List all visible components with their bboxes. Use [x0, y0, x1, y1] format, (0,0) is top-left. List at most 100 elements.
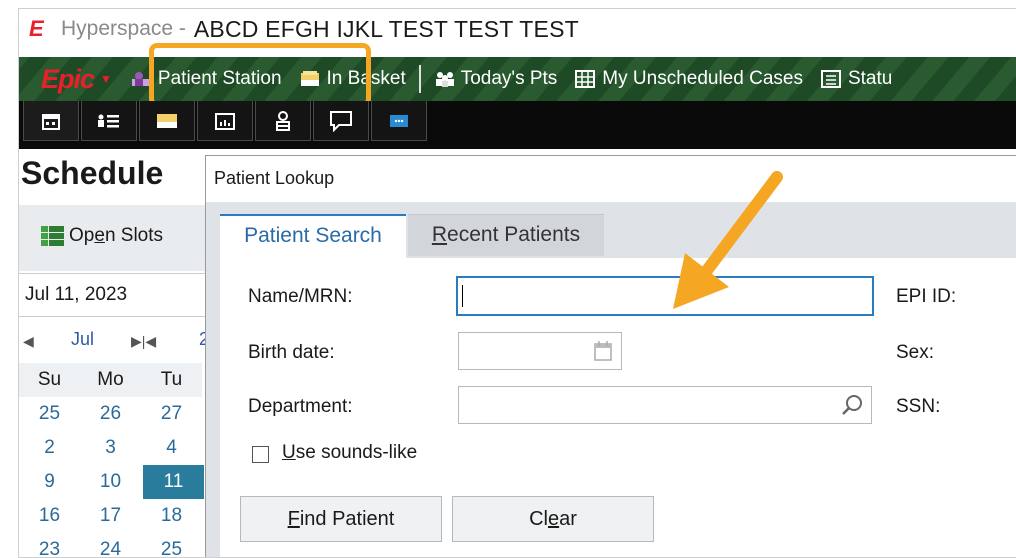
calendar-day-selected[interactable]: 11 [143, 465, 204, 499]
name-mrn-label: Name/MRN: [248, 286, 353, 307]
calendar-day[interactable]: 10 [80, 465, 141, 499]
department-text[interactable] [459, 387, 871, 423]
patient-search-panel: Name/MRN: EPI ID: Birth date: Sex: Depar… [220, 258, 1016, 557]
clear-button[interactable]: Clear [452, 496, 654, 542]
calendar-day[interactable]: 3 [80, 431, 141, 465]
chevron-down-icon: ▼ [100, 72, 112, 86]
use-sounds-like-checkbox[interactable] [252, 446, 269, 463]
clear-hotkey: e [547, 508, 560, 530]
epic-e-logo-icon: E [29, 16, 44, 41]
activity-icon-bar [19, 101, 1016, 149]
tab-patient-search[interactable]: Patient Search [220, 214, 406, 258]
my-unscheduled-cases-button[interactable]: My Unscheduled Cases [566, 57, 812, 101]
calendar-day[interactable]: 18 [141, 499, 202, 533]
calendar-week: 2 3 4 [19, 431, 209, 465]
open-slots-suffix: n Slots [104, 225, 164, 246]
month-navigator: ◀ Jul ▶|◀ 2 [23, 329, 209, 359]
department-input[interactable] [458, 386, 872, 424]
calendar-day[interactable]: 25 [141, 533, 202, 557]
chart-icon [215, 112, 235, 130]
todays-pts-label: Today's Pts [460, 68, 558, 89]
todays-pts-button[interactable]: Today's Pts [425, 57, 567, 101]
status-button[interactable]: Statu [812, 57, 901, 101]
find-patient-button[interactable]: Find Patient [240, 496, 442, 542]
sounds-like-hotkey: U [282, 442, 296, 463]
clear-label-post: ar [559, 508, 577, 530]
patient-name: ABCD EFGH IJKL TEST TEST TEST [193, 15, 579, 42]
schedule-date[interactable]: Jul 11, 2023 [19, 273, 209, 317]
recent-patients-hotkey: R [431, 223, 448, 246]
status-label: Statu [847, 68, 893, 89]
dialog-body: Patient Search Recent Patients Name/MRN:… [206, 202, 1016, 557]
sex-label: Sex: [896, 342, 935, 363]
birth-date-input[interactable] [458, 332, 622, 370]
message-icon [390, 114, 408, 127]
recent-patients-label: ecent Patients [447, 223, 581, 246]
patient-list-tab[interactable] [81, 101, 137, 141]
find-patient-label: ind Patient [299, 508, 395, 530]
calendar-week: 23 24 25 [19, 533, 209, 557]
reports-tab[interactable] [197, 101, 253, 141]
month-label[interactable]: Jul [71, 329, 94, 350]
schedule-tab[interactable] [23, 101, 79, 141]
calendar-week: 9 10 11 [19, 465, 209, 499]
secure-chat-tab[interactable] [371, 101, 427, 141]
sounds-like-text: se sounds-like [295, 442, 418, 463]
patient-lookup-dialog: Patient Lookup Patient Search Recent Pat… [205, 155, 1016, 557]
weekday-header: Su Mo Tu [19, 363, 209, 397]
mini-calendar: Su Mo Tu 25 26 27 2 3 4 9 10 11 16 17 18… [19, 363, 209, 557]
unscheduled-cases-icon [575, 70, 597, 88]
hyperspace-window: E Hyperspace - ABCD EFGH IJKL TEST TEST … [18, 8, 1016, 558]
next-month-arrow-icon[interactable]: ▶|◀ [131, 333, 156, 350]
open-slots-prefix: Op [69, 225, 95, 246]
calendar-day[interactable]: 24 [80, 533, 141, 557]
calendar-day[interactable]: 25 [19, 397, 80, 431]
my-unscheduled-cases-label: My Unscheduled Cases [602, 68, 803, 89]
calendar-day[interactable]: 23 [19, 533, 80, 557]
open-slots-hotkey: e [94, 225, 105, 246]
epic-menu-button[interactable]: Epic ▼ [19, 57, 122, 101]
calendar-week: 16 17 18 [19, 499, 209, 533]
weekday-label: Su [19, 363, 80, 397]
epi-id-label: EPI ID: [896, 286, 957, 307]
dialog-title: Patient Lookup [206, 156, 1016, 196]
open-slots-icon [41, 226, 64, 246]
list-icon [98, 114, 119, 127]
calendar-day[interactable]: 2 [19, 431, 80, 465]
calendar-picker-icon[interactable] [593, 340, 613, 362]
calendar-icon [42, 113, 60, 130]
person-icon [276, 110, 290, 131]
epic-logo: Epic [41, 63, 95, 94]
weekday-label: Mo [80, 363, 141, 397]
calendar-day[interactable]: 17 [80, 499, 141, 533]
chat-tab[interactable] [313, 101, 369, 141]
calendar-day[interactable]: 26 [80, 397, 141, 431]
search-icon[interactable] [841, 393, 865, 417]
clear-label-pre: Cl [529, 508, 548, 530]
todays-pts-icon [434, 70, 456, 88]
provider-tab[interactable] [255, 101, 311, 141]
chat-icon [330, 110, 352, 132]
status-icon [820, 70, 843, 88]
patient-station-highlight [149, 43, 371, 107]
birth-date-label: Birth date: [248, 342, 335, 363]
calendar-day[interactable]: 16 [19, 499, 80, 533]
annotation-arrow-icon [673, 171, 783, 309]
calendar-day[interactable]: 9 [19, 465, 80, 499]
inbox-icon [157, 113, 177, 128]
schedule-panel: Schedule Op e n Slots Jul 11, 2023 ◀ Jul ▶… [19, 149, 209, 557]
use-sounds-like-label[interactable]: Use sounds-like [282, 442, 417, 464]
text-cursor [462, 285, 463, 307]
ssn-label: SSN: [896, 396, 941, 417]
app-name: Hyperspace - [61, 17, 186, 40]
open-slots-button[interactable]: Op e n Slots [41, 225, 163, 247]
calendar-day[interactable]: 27 [141, 397, 202, 431]
prev-month-arrow-icon[interactable]: ◀ [23, 333, 34, 350]
schedule-toolbar: Op e n Slots [19, 205, 209, 271]
toolbar-divider [418, 65, 421, 93]
weekday-label: Tu [141, 363, 202, 397]
find-patient-hotkey: F [287, 508, 300, 530]
in-basket-tab[interactable] [139, 101, 195, 141]
tab-recent-patients[interactable]: Recent Patients [408, 214, 604, 256]
calendar-day[interactable]: 4 [141, 431, 202, 465]
